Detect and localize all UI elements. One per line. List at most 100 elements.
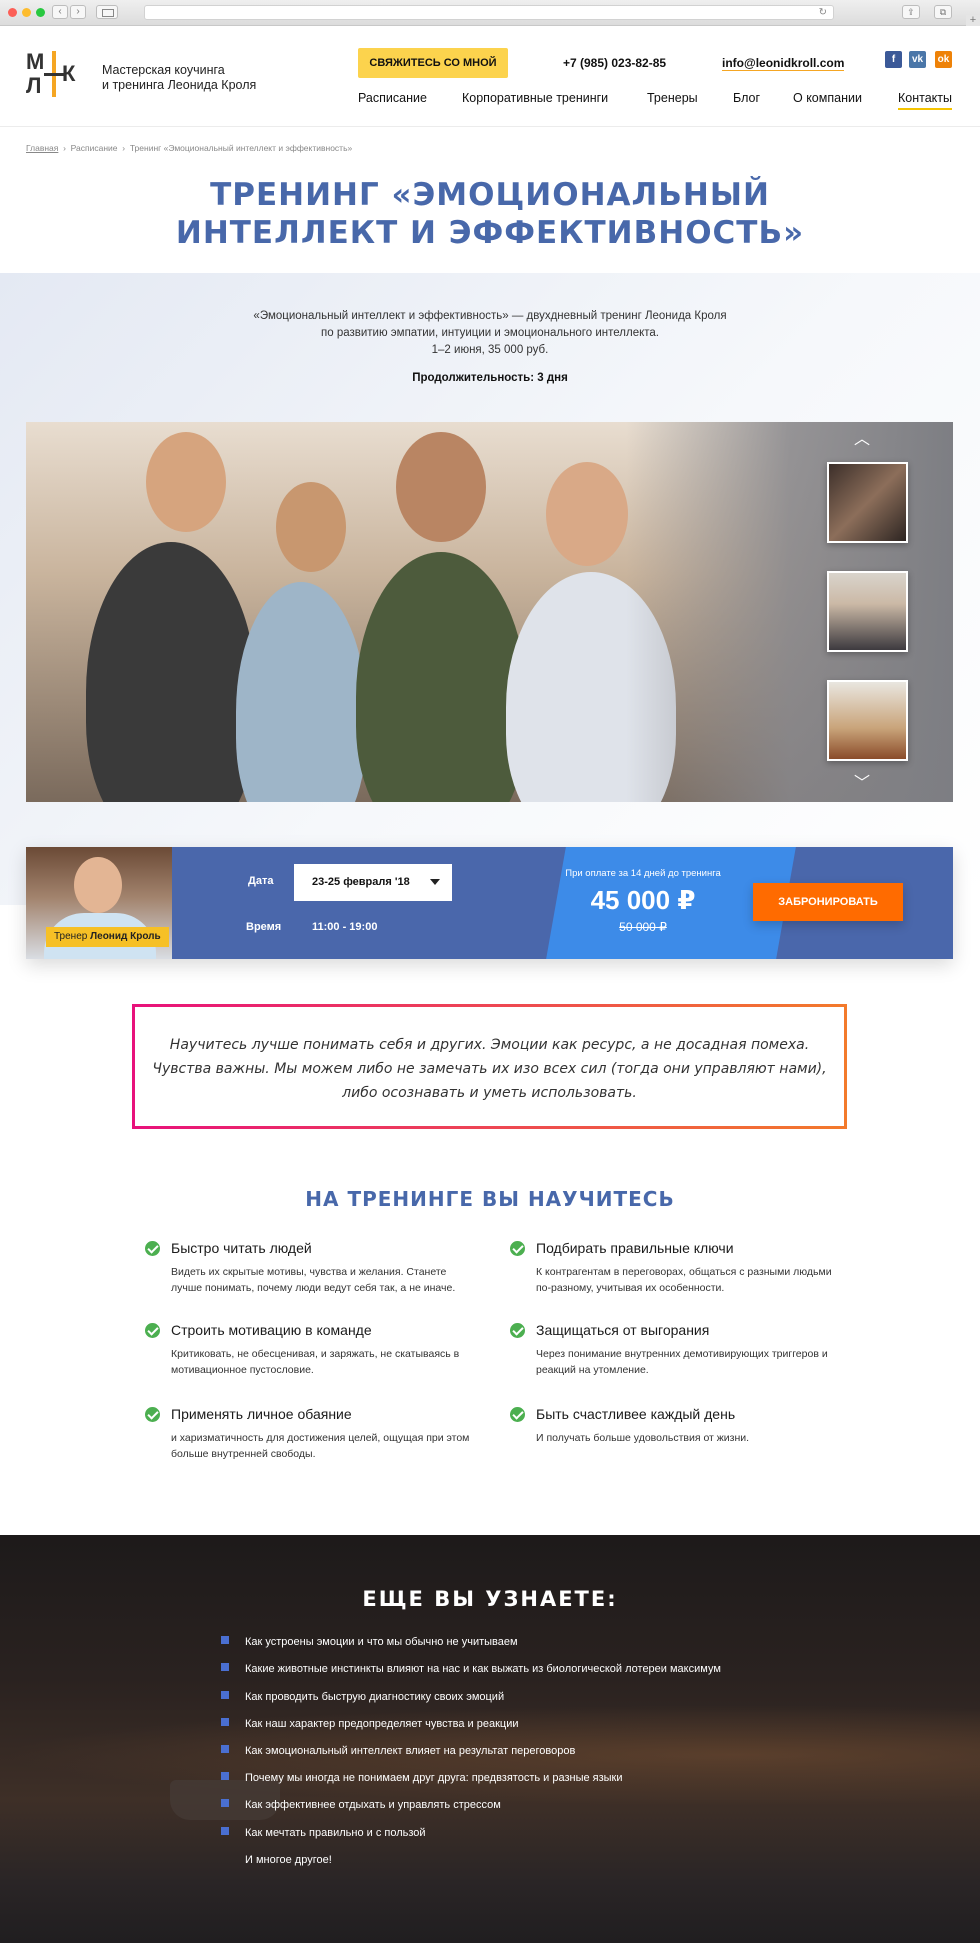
page-title: ТРЕНИНГ «ЭМОЦИОНАЛЬНЫЙ ИНТЕЛЛЕКТ И ЭФФЕК… [0,176,980,252]
site-logo[interactable]: М Л К [26,49,84,99]
check-icon [145,1241,160,1256]
learn-item-text: Как наш характер предопределяет чувства … [245,1718,519,1730]
check-icon [510,1407,525,1422]
skills-title: НА ТРЕНИНГЕ ВЫ НАУЧИТЕСЬ [305,1187,675,1211]
skill-desc: и харизматичность для достижения целей, … [171,1432,470,1460]
learn-item-text: Как эффективнее отдыхать и управлять стр… [245,1799,501,1811]
breadcrumb-schedule[interactable]: Расписание [71,143,118,153]
nav-item-about[interactable]: О компании [793,91,862,105]
check-icon [145,1407,160,1422]
breadcrumb-separator: › [60,143,71,153]
breadcrumb-home[interactable]: Главная [26,143,58,153]
learn-item: Как наш характер предопределяет чувства … [221,1718,519,1730]
tabs-icon[interactable]: ⧉ [934,5,952,19]
close-window-button[interactable] [8,8,17,17]
logo-letter-l: Л [26,73,42,98]
learn-item-text: Как устроены эмоции и что мы обычно не у… [245,1636,518,1648]
gallery-thumbnail[interactable] [827,462,908,543]
logo-hbar [44,73,64,76]
address-bar[interactable]: ↻ [144,5,834,20]
email-link[interactable]: info@leonidkroll.com [722,56,845,71]
bullet-icon [221,1827,229,1835]
bullet-icon [221,1799,229,1807]
trainer-badge-prefix: Тренер [54,931,88,942]
learn-item-text: Как проводить быструю диагностику своих … [245,1691,505,1703]
logo-letter-k: К [62,61,76,86]
bullet-icon [221,1663,229,1671]
sidebar-toggle-icon[interactable] [96,5,118,19]
vk-icon[interactable]: vk [909,51,926,68]
learn-more-section: ЕЩЕ ВЫ УЗНАЕТЕ: Как устроены эмоции и чт… [0,1535,980,1943]
bullet-icon [221,1745,229,1753]
bullet-icon [221,1636,229,1644]
bullet-icon [221,1772,229,1780]
skill-title: Быстро читать людей [171,1240,312,1256]
nav-item-schedule[interactable]: Расписание [358,91,427,105]
learn-item: Как мечтать правильно и с пользой [221,1827,426,1839]
date-select[interactable]: 23-25 февраля '18 [294,864,452,901]
maximize-window-button[interactable] [36,8,45,17]
learn-item-text: Как эмоциональный интеллект влияет на ре… [245,1745,576,1757]
gallery-thumbnail[interactable] [827,680,908,761]
site-header: М Л К Мастерская коучинга и тренинга Лео… [0,27,980,127]
learn-item-text: Как мечтать правильно и с пользой [245,1827,426,1839]
trainer-name: Леонид Кроль [90,931,161,942]
skill-title: Подбирать правильные ключи [536,1240,734,1256]
check-icon [510,1323,525,1338]
skill-desc: Через понимание внутренних демотивирующи… [536,1348,828,1376]
skill-title: Защищаться от выгорания [536,1322,710,1338]
new-tab-icon[interactable]: + [966,15,980,26]
quote-line: либо осознавать и уметь использовать. [342,1085,637,1101]
breadcrumb-separator: › [119,143,130,153]
breadcrumb-current: Тренинг «Эмоциональный интеллект и эффек… [129,143,353,153]
page-title-line: ИНТЕЛЛЕКТ И ЭФФЕКТИВНОСТЬ» [175,215,805,251]
phone-link[interactable]: +7 (985) 023-82-85 [563,56,666,70]
gallery-thumbnail[interactable] [827,571,908,652]
chevron-up-icon[interactable]: ︿ [852,430,872,450]
nav-item-trainers[interactable]: Тренеры [647,91,698,105]
contact-me-button[interactable]: СВЯЖИТЕСЬ СО МНОЙ [358,48,508,78]
learn-item: Какие животные инстинкты влияют на нас и… [221,1663,721,1675]
trainer-badge[interactable]: Тренер Леонид Кроль [46,927,169,947]
learn-item: Почему мы иногда не понимаем друг друга:… [221,1772,623,1784]
bullet-icon [221,1691,229,1699]
book-button[interactable]: ЗАБРОНИРОВАТЬ [753,883,903,921]
photo-gallery: ︿ ﹀ [26,422,953,802]
trainer-face [74,857,122,913]
intro-line: 1–2 июня, 35 000 руб. [431,344,549,356]
learn-item: Как проводить быструю диагностику своих … [221,1691,504,1703]
forward-arrow-icon[interactable]: › [70,5,86,19]
skill-desc: И получать больше удовольствия от жизни. [536,1432,750,1444]
time-label: Время [246,921,282,933]
learn-more-footer: И многое другое! [245,1854,332,1866]
learn-more-title: ЕЩЕ ВЫ УЗНАЕТЕ: [362,1587,618,1611]
logo-letter-m: М [26,49,45,74]
share-icon[interactable]: ⇪ [902,5,920,19]
date-label: Дата [248,875,274,887]
reload-icon[interactable]: ↻ [819,6,827,19]
nav-item-contacts[interactable]: Контакты [898,91,952,110]
nav-item-blog[interactable]: Блог [733,91,760,105]
skill-desc: К контрагентам в переговорах, общаться с… [536,1266,832,1294]
check-icon [145,1323,160,1338]
time-value: 11:00 - 19:00 [312,921,378,933]
quote-line: Чувства важны. Мы можем либо не замечать… [152,1061,827,1077]
back-arrow-icon[interactable]: ‹ [52,5,68,19]
price-note: При оплате за 14 дней до тренинга [565,868,721,879]
page-title-line: ТРЕНИНГ «ЭМОЦИОНАЛЬНЫЙ [210,177,770,213]
trainer-photo: Тренер Леонид Кроль [26,847,172,959]
learn-item-text: Какие животные инстинкты влияют на нас и… [245,1663,721,1675]
skill-desc: Критиковать, не обесценивая, и заряжать,… [171,1348,460,1376]
odnoklassniki-icon[interactable]: ok [935,51,952,68]
learn-item: Как эмоциональный интеллект влияет на ре… [221,1745,575,1757]
minimize-window-button[interactable] [22,8,31,17]
chevron-down-icon[interactable]: ﹀ [852,774,872,794]
intro-line: «Эмоциональный интеллект и эффективность… [253,310,727,322]
breadcrumb: Главная › Расписание › Тренинг «Эмоциона… [26,143,352,153]
learn-item-text: Почему мы иногда не понимаем друг друга:… [245,1772,623,1784]
check-icon [510,1241,525,1256]
nav-item-corporate[interactable]: Корпоративные тренинги [462,91,608,105]
facebook-icon[interactable]: f [885,51,902,68]
learn-item: Как устроены эмоции и что мы обычно не у… [221,1636,518,1648]
skill-desc: Видеть их скрытые мотивы, чувства и жела… [171,1266,456,1294]
